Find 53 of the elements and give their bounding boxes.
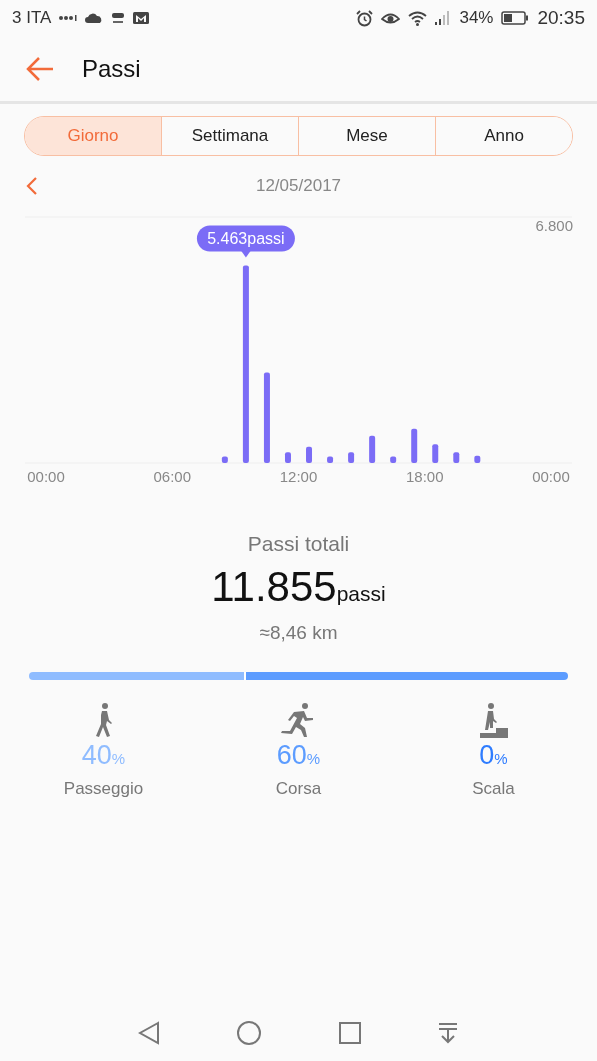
percent-sign: % xyxy=(306,749,321,769)
x-axis-label: 00:00 xyxy=(27,468,65,485)
previous-day-icon[interactable] xyxy=(26,177,38,195)
recents-nav-icon[interactable] xyxy=(338,1022,361,1044)
page-title: Passi xyxy=(82,53,141,84)
value-tooltip: 5.463passi xyxy=(196,225,295,258)
battery-percent: 34% xyxy=(459,7,494,30)
activity-percent: 0 xyxy=(479,741,495,769)
x-axis-label: 00:00 xyxy=(532,468,570,485)
percent-sign: % xyxy=(111,749,126,769)
back-nav-icon[interactable] xyxy=(138,1021,161,1045)
activity-percent: 60 xyxy=(276,741,307,769)
period-tab[interactable]: Anno xyxy=(435,117,572,155)
x-axis-label: 12:00 xyxy=(279,468,318,485)
carrier-label: 3 ITA xyxy=(12,7,52,30)
total-steps-value: 11.855 xyxy=(211,565,337,608)
person-on-stairs-icon xyxy=(478,701,509,738)
chart-bar xyxy=(327,456,334,463)
activity-label: Scala xyxy=(472,778,515,800)
chart-bar xyxy=(306,446,312,463)
total-steps-label: Passi totali xyxy=(247,531,350,557)
chart-bar xyxy=(221,456,228,463)
chart-bar xyxy=(474,455,481,463)
chart-bar xyxy=(369,435,376,463)
chart-bar xyxy=(390,456,397,463)
signal-dots-icon xyxy=(59,15,78,21)
activity-label: Passeggio xyxy=(63,778,144,800)
x-axis-label: 18:00 xyxy=(405,468,444,485)
x-axis-label: 06:00 xyxy=(153,468,192,485)
chart-bar xyxy=(453,452,460,463)
chart-bar xyxy=(285,452,291,463)
wifi-icon xyxy=(408,10,428,26)
percent-sign: % xyxy=(494,749,508,769)
chart-bar xyxy=(411,428,418,463)
activity-percent: 40 xyxy=(81,741,112,769)
alarm-icon xyxy=(356,9,374,27)
date-label: 12/05/2017 xyxy=(255,175,342,198)
chart-bar xyxy=(348,452,355,463)
home-nav-icon[interactable] xyxy=(236,1020,263,1046)
eye-icon xyxy=(381,11,401,25)
mail-icon xyxy=(133,11,150,25)
clock-time: 20:35 xyxy=(537,5,585,30)
signal-icon xyxy=(435,11,452,25)
annotation: 5.463passi xyxy=(207,230,285,248)
notification-pull-icon[interactable] xyxy=(436,1022,459,1044)
back-arrow-icon[interactable] xyxy=(26,55,54,82)
battery-icon xyxy=(501,11,530,25)
y-axis-label: 6.800 xyxy=(535,217,573,234)
steps-unit: passi xyxy=(336,580,386,607)
cloud-icon xyxy=(85,13,104,23)
distance-label: ≈8,46 km xyxy=(259,621,338,645)
chart-bar xyxy=(432,444,439,463)
activity-label: Corsa xyxy=(275,778,322,800)
